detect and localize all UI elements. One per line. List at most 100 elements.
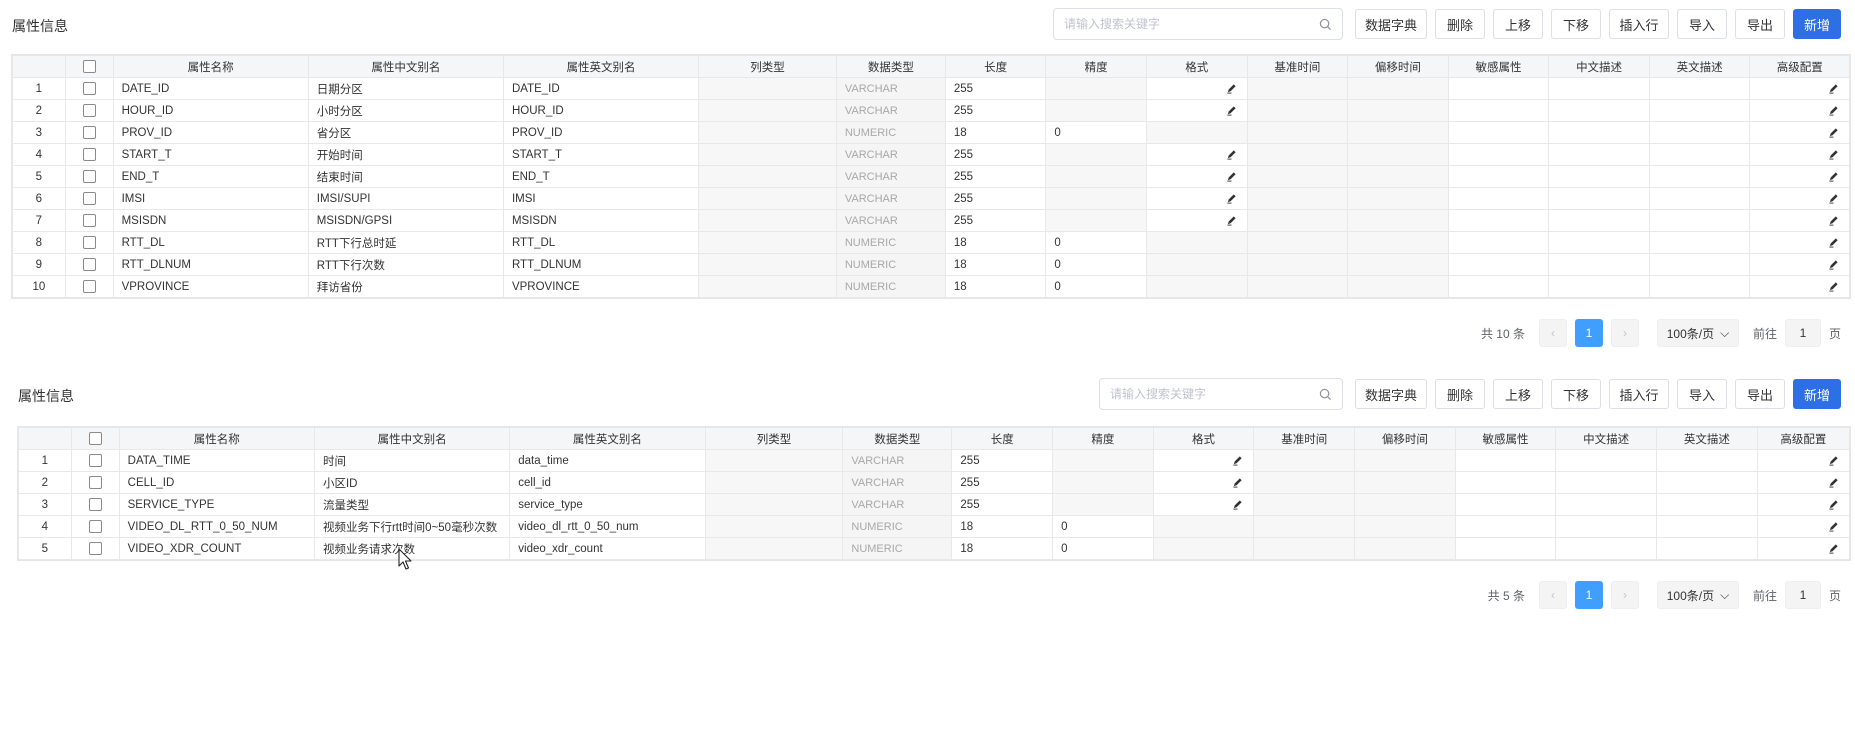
row-checkbox[interactable] [64, 275, 114, 298]
cell-en-desc[interactable] [1656, 537, 1758, 560]
cell-format[interactable] [1152, 449, 1255, 472]
cell-en-desc[interactable] [1656, 449, 1758, 472]
cell-offset-time[interactable] [1347, 209, 1449, 232]
cell-attribute-name[interactable]: VIDEO_DL_RTT_0_50_NUM [118, 515, 315, 538]
cell-offset-time[interactable] [1347, 77, 1449, 100]
cell-en-desc[interactable] [1648, 209, 1751, 232]
cell-en-alias[interactable]: PROV_ID [502, 121, 700, 144]
cell-cn-desc[interactable] [1548, 143, 1650, 166]
cell-base-time[interactable] [1253, 471, 1356, 494]
pencil-icon[interactable] [1828, 127, 1839, 138]
pencil-icon[interactable] [1226, 171, 1237, 182]
cell-format[interactable] [1145, 187, 1248, 210]
cell-offset-time[interactable] [1347, 143, 1449, 166]
cell-precision[interactable]: 0 [1052, 537, 1154, 560]
checkbox-icon[interactable] [82, 192, 96, 205]
cell-advanced-config[interactable] [1749, 231, 1850, 254]
cell-sensitive[interactable] [1454, 537, 1557, 560]
import-button[interactable]: 导入 [1677, 9, 1727, 39]
pencil-icon[interactable] [1828, 149, 1839, 160]
cell-en-alias[interactable]: MSISDN [502, 209, 700, 232]
pencil-icon[interactable] [1828, 171, 1839, 182]
cell-format[interactable] [1145, 209, 1248, 232]
cell-base-time[interactable] [1246, 121, 1349, 144]
cell-cn-desc[interactable] [1555, 537, 1657, 560]
cell-attribute-name[interactable]: IMSI [112, 187, 309, 210]
cell-base-time[interactable] [1253, 449, 1356, 472]
cell-offset-time[interactable] [1354, 449, 1456, 472]
cell-en-desc[interactable] [1648, 187, 1751, 210]
cell-column-type[interactable] [698, 99, 837, 122]
cell-precision[interactable] [1052, 449, 1154, 472]
cell-cn-desc[interactable] [1548, 187, 1650, 210]
cell-sensitive[interactable] [1447, 121, 1550, 144]
table-row[interactable]: 2 HOUR_ID 小时分区 HOUR_ID VARCHAR 255 [12, 99, 1850, 122]
cell-base-time[interactable] [1246, 165, 1349, 188]
move-down-button[interactable]: 下移 [1551, 379, 1601, 409]
cell-base-time[interactable] [1253, 493, 1356, 516]
cell-cn-desc[interactable] [1555, 515, 1657, 538]
cell-sensitive[interactable] [1447, 253, 1550, 276]
checkbox-icon[interactable] [82, 126, 96, 139]
cell-offset-time[interactable] [1347, 121, 1449, 144]
cell-length[interactable]: 255 [944, 165, 1047, 188]
checkbox-icon[interactable] [88, 498, 102, 511]
row-checkbox[interactable] [70, 471, 120, 494]
cell-column-type[interactable] [704, 515, 844, 538]
cell-sensitive[interactable] [1454, 471, 1557, 494]
cell-en-alias[interactable]: video_dl_rtt_0_50_num [509, 515, 706, 538]
cell-precision[interactable] [1052, 493, 1154, 516]
pencil-icon[interactable] [1226, 215, 1237, 226]
cell-sensitive[interactable] [1447, 187, 1550, 210]
table-row[interactable]: 5 END_T 结束时间 END_T VARCHAR 255 [12, 165, 1850, 188]
cell-attribute-name[interactable]: RTT_DL [112, 231, 309, 254]
cell-precision[interactable] [1045, 165, 1147, 188]
checkbox-icon[interactable] [88, 542, 102, 555]
cell-en-desc[interactable] [1648, 99, 1751, 122]
cell-attribute-name[interactable]: VIDEO_XDR_COUNT [118, 537, 315, 560]
cell-length[interactable]: 18 [944, 231, 1047, 254]
cell-column-type[interactable] [698, 121, 837, 144]
checkbox-icon[interactable] [82, 148, 96, 161]
pencil-icon[interactable] [1828, 83, 1839, 94]
cell-attribute-name[interactable]: SERVICE_TYPE [118, 493, 315, 516]
cell-base-time[interactable] [1246, 187, 1349, 210]
pencil-icon[interactable] [1828, 543, 1839, 554]
cell-attribute-name[interactable]: RTT_DLNUM [112, 253, 309, 276]
cell-offset-time[interactable] [1347, 99, 1449, 122]
pencil-icon[interactable] [1828, 215, 1839, 226]
cell-advanced-config[interactable] [1749, 143, 1850, 166]
cell-advanced-config[interactable] [1749, 275, 1850, 298]
cell-advanced-config[interactable] [1749, 99, 1850, 122]
cell-sensitive[interactable] [1454, 493, 1557, 516]
page-number-current[interactable]: 1 [1574, 319, 1603, 347]
cell-precision[interactable]: 0 [1045, 253, 1147, 276]
cell-format[interactable] [1145, 77, 1248, 100]
checkbox-icon[interactable] [82, 214, 96, 227]
cell-cn-alias[interactable]: 结束时间 [307, 165, 504, 188]
move-up-button[interactable]: 上移 [1493, 379, 1543, 409]
data-dictionary-button[interactable]: 数据字典 [1355, 379, 1427, 409]
table-row[interactable]: 1 DATE_ID 日期分区 DATE_ID VARCHAR 255 [12, 77, 1850, 100]
cell-length[interactable]: 255 [944, 77, 1047, 100]
cell-sensitive[interactable] [1447, 143, 1550, 166]
select-all-checkbox[interactable] [70, 427, 120, 450]
cell-base-time[interactable] [1246, 209, 1349, 232]
cell-advanced-config[interactable] [1756, 493, 1851, 516]
row-checkbox[interactable] [64, 77, 114, 100]
row-checkbox[interactable] [64, 187, 114, 210]
insert-row-button[interactable]: 插入行 [1609, 379, 1669, 409]
cell-length[interactable]: 255 [951, 449, 1054, 472]
row-checkbox[interactable] [70, 449, 120, 472]
row-checkbox[interactable] [64, 209, 114, 232]
cell-base-time[interactable] [1246, 143, 1349, 166]
cell-cn-alias[interactable]: 开始时间 [307, 143, 504, 166]
cell-en-alias[interactable]: video_xdr_count [509, 537, 706, 560]
cell-base-time[interactable] [1246, 253, 1349, 276]
cell-offset-time[interactable] [1347, 253, 1449, 276]
cell-precision[interactable]: 0 [1045, 121, 1147, 144]
cell-en-alias[interactable]: VPROVINCE [502, 275, 700, 298]
insert-row-button[interactable]: 插入行 [1609, 9, 1669, 39]
cell-en-alias[interactable]: HOUR_ID [502, 99, 700, 122]
cell-attribute-name[interactable]: MSISDN [112, 209, 309, 232]
